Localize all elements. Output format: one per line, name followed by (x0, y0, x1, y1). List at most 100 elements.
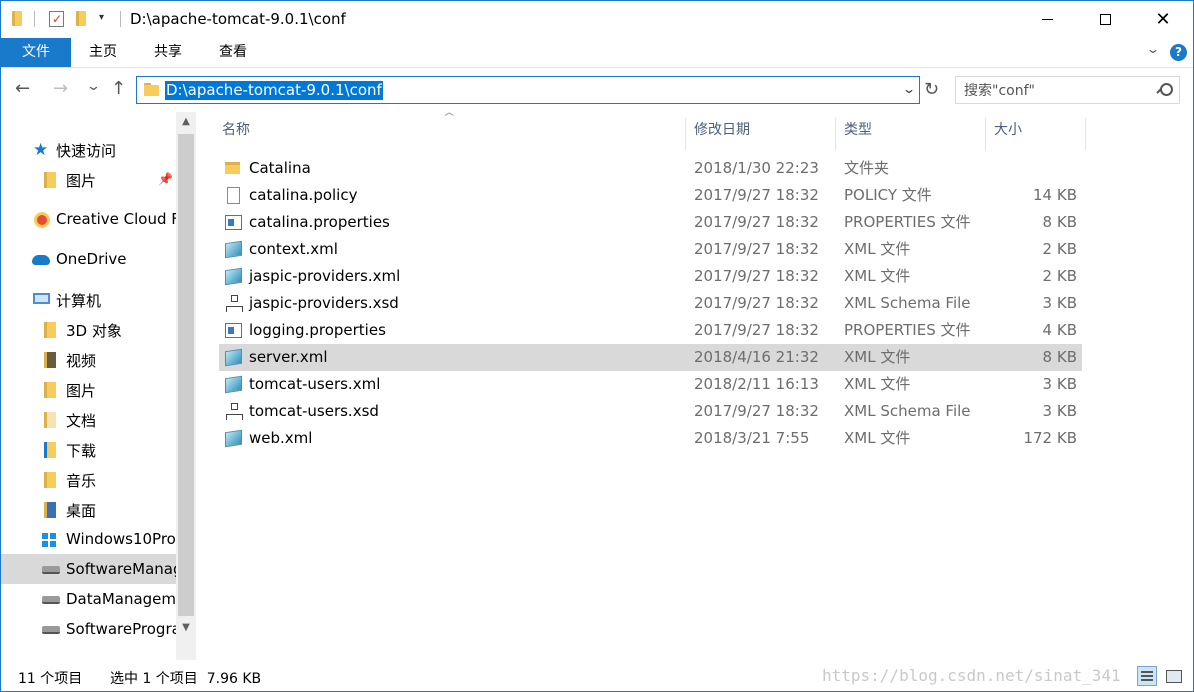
document-icon (225, 187, 242, 204)
column-header-type[interactable]: 类型 (840, 118, 986, 150)
file-name: context.xml (249, 240, 338, 258)
refresh-button[interactable]: ↻ (924, 80, 939, 100)
search-icon[interactable] (1157, 83, 1173, 97)
up-button[interactable]: ↑ (111, 78, 126, 100)
sidebar-item-label: 桌面 (66, 502, 97, 520)
sidebar-item-label: 下载 (66, 442, 97, 460)
sidebar-item-windows10pro[interactable]: Windows10Pro (0, 524, 176, 554)
divider (34, 11, 35, 27)
file-type: XML 文件 (844, 267, 911, 285)
sidebar-scrollbar[interactable]: ▲ ▼ (176, 112, 196, 660)
sidebar-item-pictures[interactable]: 图片 📌 (0, 164, 176, 194)
status-bar: 11 个项目 选中 1 个项目 7.96 KB https://blog.csd… (0, 660, 1194, 692)
file-date: 2018/3/21 7:55 (694, 429, 810, 447)
help-icon[interactable]: ? (1170, 44, 1187, 61)
table-row[interactable]: server.xml 2018/4/16 21:32 XML 文件 8 KB (219, 344, 1082, 371)
xml-file-icon (225, 267, 242, 286)
file-name: tomcat-users.xml (249, 375, 381, 393)
table-row[interactable]: logging.properties 2017/9/27 18:32 PROPE… (219, 317, 1082, 344)
collapse-ribbon-icon[interactable]: ⌄ (1146, 42, 1160, 56)
pin-icon[interactable]: 📌 (158, 172, 173, 186)
sidebar-item-quick-access[interactable]: ★ 快速访问 (0, 134, 176, 164)
table-row[interactable]: jaspic-providers.xml 2017/9/27 18:32 XML… (219, 263, 1082, 290)
table-row[interactable]: Catalina 2018/1/30 22:23 文件夹 (219, 155, 1082, 182)
xsd-file-icon (225, 403, 243, 420)
maximize-button[interactable] (1076, 0, 1134, 38)
search-box[interactable] (955, 76, 1180, 104)
3d-objects-icon (44, 322, 60, 338)
column-header-name[interactable]: 名称 (218, 118, 686, 150)
desktop-icon (44, 502, 60, 518)
sidebar-item-softwareprogram[interactable]: SoftwareProgram (0, 614, 176, 644)
close-button[interactable]: ✕ (1134, 0, 1192, 38)
tab-share[interactable]: 共享 (139, 38, 197, 67)
table-row[interactable]: tomcat-users.xsd 2017/9/27 18:32 XML Sch… (219, 398, 1082, 425)
sidebar-item-label: 图片 (66, 172, 97, 190)
tab-file[interactable]: 文件 (1, 38, 71, 67)
sidebar-item-3d-objects[interactable]: 3D 对象 (0, 314, 176, 344)
file-type: POLICY 文件 (844, 186, 932, 204)
sidebar-item-desktop[interactable]: 桌面 (0, 494, 176, 524)
sidebar-item-computer[interactable]: 计算机 (0, 284, 176, 314)
file-name: tomcat-users.xsd (249, 402, 379, 420)
tab-view[interactable]: 查看 (204, 38, 262, 67)
scroll-up-icon[interactable]: ▲ (176, 112, 196, 132)
videos-icon (44, 352, 60, 368)
file-size: 3 KB (1042, 294, 1077, 312)
sidebar-item-documents[interactable]: 文档 (0, 404, 176, 434)
sidebar-item-pictures[interactable]: 图片 (0, 374, 176, 404)
sidebar-item-music[interactable]: 音乐 (0, 464, 176, 494)
table-row[interactable]: context.xml 2017/9/27 18:32 XML 文件 2 KB (219, 236, 1082, 263)
table-row[interactable]: catalina.policy 2017/9/27 18:32 POLICY 文… (219, 182, 1082, 209)
sidebar-item-downloads[interactable]: 下载 (0, 434, 176, 464)
recent-locations-dropdown[interactable]: ⌄ (86, 76, 101, 98)
minimize-icon (1041, 18, 1053, 20)
quick-access-dropdown-icon[interactable]: ▾ (99, 12, 104, 23)
address-bar[interactable]: D:\apache-tomcat-9.0.1\conf ⌄ (136, 76, 920, 104)
scroll-down-icon[interactable]: ▼ (176, 618, 196, 638)
creative-cloud-icon (34, 212, 50, 228)
drive-icon (42, 592, 60, 608)
xsd-file-icon (225, 295, 243, 312)
column-header-size[interactable]: 大小 (990, 118, 1086, 150)
sidebar-item-label: SoftwareProgram (66, 620, 176, 638)
drive-icon (42, 562, 60, 578)
file-size: 14 KB (1033, 186, 1077, 204)
sidebar-item-creative-cloud[interactable]: Creative Cloud Files (0, 204, 176, 234)
xml-file-icon (225, 375, 242, 394)
search-input[interactable] (964, 81, 1144, 100)
file-size: 2 KB (1042, 240, 1077, 258)
sidebar-item-datamanagement[interactable]: DataManagement (0, 584, 176, 614)
column-header-date[interactable]: 修改日期 (690, 118, 836, 150)
forward-button[interactable]: → (53, 78, 68, 100)
file-type: XML Schema File (844, 294, 971, 312)
properties-icon[interactable]: ✓ (49, 11, 64, 27)
file-date: 2017/9/27 18:32 (694, 267, 819, 285)
navigation-pane: ★ 快速访问 图片 📌 Creative Cloud Files OneDriv… (0, 112, 196, 660)
sidebar-item-label: 视频 (66, 352, 97, 370)
pictures-folder-icon (44, 382, 60, 398)
details-view-icon[interactable] (1137, 666, 1157, 686)
table-row[interactable]: web.xml 2018/3/21 7:55 XML 文件 172 KB (219, 425, 1082, 452)
file-date: 2017/9/27 18:32 (694, 213, 819, 231)
table-row[interactable]: catalina.properties 2017/9/27 18:32 PROP… (219, 209, 1082, 236)
file-date: 2018/2/11 16:13 (694, 375, 819, 393)
documents-icon (44, 412, 60, 428)
table-row[interactable]: tomcat-users.xml 2018/2/11 16:13 XML 文件 … (219, 371, 1082, 398)
sidebar-item-onedrive[interactable]: OneDrive (0, 244, 176, 274)
address-dropdown-icon[interactable]: ⌄ (902, 82, 916, 96)
xml-file-icon (225, 429, 242, 448)
file-date: 2017/9/27 18:32 (694, 402, 819, 420)
sidebar-item-label: 快速访问 (56, 142, 117, 160)
table-row[interactable]: jaspic-providers.xsd 2017/9/27 18:32 XML… (219, 290, 1082, 317)
back-button[interactable]: ← (15, 78, 30, 100)
large-icons-view-icon[interactable] (1163, 666, 1183, 686)
scrollbar-thumb[interactable] (178, 134, 194, 616)
address-text[interactable]: D:\apache-tomcat-9.0.1\conf (165, 81, 383, 100)
sidebar-item-videos[interactable]: 视频 (0, 344, 176, 374)
minimize-button[interactable] (1018, 0, 1076, 38)
new-folder-icon[interactable] (76, 11, 86, 26)
watermark: https://blog.csdn.net/sinat_341 (822, 666, 1121, 685)
tab-home[interactable]: 主页 (74, 38, 132, 67)
sidebar-item-softwaremanagement[interactable]: SoftwareManagement (0, 554, 176, 584)
